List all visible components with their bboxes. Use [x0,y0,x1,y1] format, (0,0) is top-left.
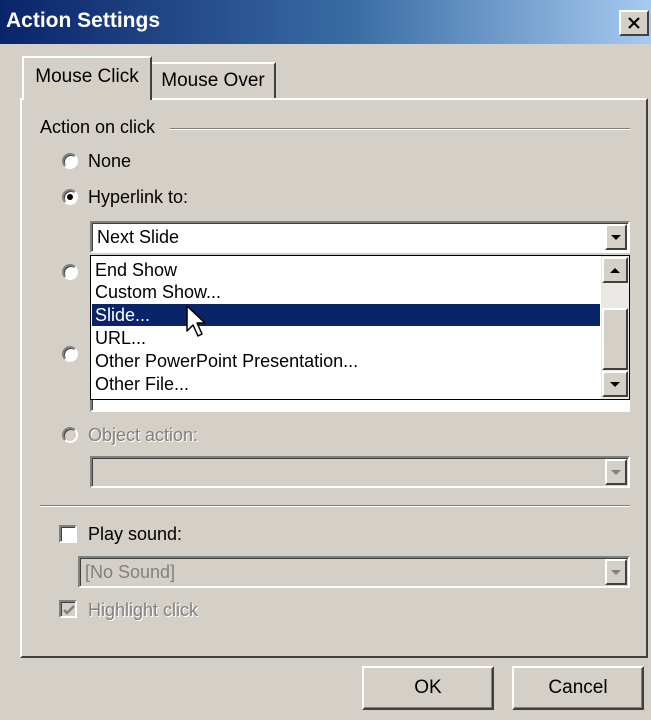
scroll-down-button[interactable] [602,371,628,397]
sound-dropdown-button[interactable] [605,559,627,585]
tab-mouse-click[interactable]: Mouse Click [22,56,152,100]
highlight-click-checkbox[interactable] [59,600,77,618]
none-radio[interactable] [62,153,78,169]
run-macro-radio[interactable] [62,346,78,362]
play-sound-label: Play sound: [88,524,183,544]
scroll-up-button[interactable] [602,257,628,283]
dropdown-item-custom-show[interactable]: Custom Show... [92,281,600,303]
dropdown-item-end-show[interactable]: End Show [92,259,600,281]
scroll-thumb[interactable] [602,308,628,370]
dropdown-item-url[interactable]: URL... [92,327,600,349]
object-action-radio[interactable] [62,427,78,443]
run-program-radio[interactable] [62,264,78,280]
hyperlink-dropdown-button[interactable] [605,224,627,250]
chevron-down-icon [610,381,620,387]
object-action-dropdown-button[interactable] [605,459,627,485]
tab-label: Mouse Over [161,70,265,91]
chevron-down-icon [611,234,621,240]
hyperlink-select-value: Next Slide [97,227,180,247]
play-sound-checkbox[interactable] [59,525,77,543]
mouse-pointer-icon [186,305,206,337]
window-title: Action Settings [6,9,161,32]
title-bar: Action Settings [0,0,651,44]
cancel-button[interactable]: Cancel [512,666,644,710]
none-label: None [88,151,132,171]
ok-button-label: OK [414,677,442,698]
hyperlink-select[interactable]: Next Slide [90,221,630,253]
section-divider [40,505,630,507]
radio-dot [67,194,73,200]
close-button[interactable] [619,10,649,36]
action-group-label: Action on click [40,117,162,138]
highlight-click-label: Highlight click [88,600,199,620]
hyperlink-label: Hyperlink to: [88,187,189,207]
chevron-down-icon [611,569,621,575]
dropdown-item-other-file[interactable]: Other File... [92,373,600,395]
hyperlink-radio[interactable] [62,189,78,205]
ok-button[interactable]: OK [362,666,494,710]
object-action-label: Object action: [88,425,199,445]
sound-select[interactable]: [No Sound] [78,556,630,588]
sound-select-value: [No Sound] [85,562,176,582]
chevron-down-icon [611,469,621,475]
hyperlink-dropdown-list[interactable]: End Show Custom Show... Slide... URL... … [90,255,630,400]
group-divider [170,128,630,130]
chevron-up-icon [610,267,620,273]
tab-label: Mouse Click [35,66,139,87]
check-icon [63,605,75,615]
dropdown-item-other-presentation[interactable]: Other PowerPoint Presentation... [92,350,600,372]
tab-mouse-over[interactable]: Mouse Over [150,62,276,98]
close-icon [628,17,640,29]
dropdown-scrollbar[interactable] [601,256,629,399]
cancel-button-label: Cancel [548,677,608,698]
dropdown-item-slide[interactable]: Slide... [92,304,600,326]
object-action-select[interactable] [90,456,630,488]
